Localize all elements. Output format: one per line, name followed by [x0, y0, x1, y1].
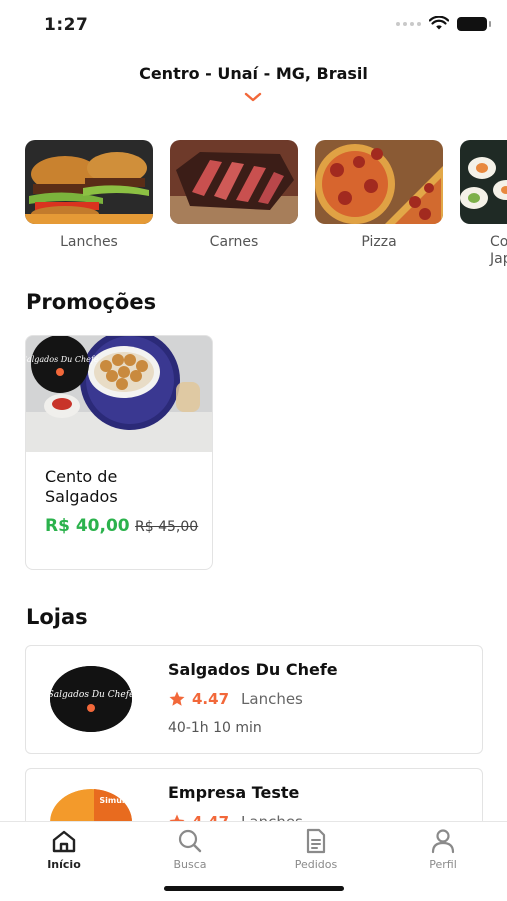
tab-pedidos[interactable]: Pedidos: [276, 828, 356, 871]
promo-image: Salgados Du Chefe: [26, 336, 212, 452]
category-carnes[interactable]: Carnes: [170, 140, 298, 251]
location-selector[interactable]: Centro - Unaí - MG, Brasil: [0, 64, 507, 83]
home-icon: [52, 830, 76, 853]
tab-label: Perfil: [429, 858, 457, 871]
store-rating: 4.47: [192, 690, 230, 708]
store-name: Empresa Teste: [168, 783, 300, 802]
profile-icon: [431, 829, 455, 854]
tab-label: Início: [47, 858, 81, 871]
category-lanches[interactable]: Lanches: [25, 140, 153, 251]
tab-label: Pedidos: [294, 858, 338, 871]
orders-icon: [306, 828, 326, 854]
category-carousel[interactable]: Lanches Carnes Pizza Co Ja: [25, 140, 507, 280]
category-label: Pizza: [361, 234, 397, 250]
status-icons: [396, 16, 491, 31]
tab-perfil[interactable]: Perfil: [403, 828, 483, 871]
star-icon: [169, 691, 185, 706]
category-image-meat: [170, 140, 298, 224]
promo-logo-text: Salgados Du Chefe: [26, 355, 99, 364]
promotions-title: Promoções: [26, 290, 157, 314]
tab-inicio[interactable]: Início: [24, 828, 104, 871]
status-time: 1:27: [44, 15, 89, 35]
promo-price-block: R$ 40,00 R$ 45,00: [45, 516, 205, 538]
stores-title: Lojas: [26, 605, 88, 629]
category-pizza[interactable]: Pizza: [315, 140, 443, 251]
signal-icon: [396, 21, 421, 26]
category-label: Lanches: [60, 234, 118, 250]
category-image-burger: [25, 140, 153, 224]
store-meta: 4.47 Lanches: [168, 690, 303, 708]
home-indicator[interactable]: [164, 886, 344, 891]
store-logo-text: Salgados Du Chefe: [50, 690, 132, 700]
status-bar: 1:27: [0, 0, 507, 50]
promo-old-price: R$ 45,00: [135, 519, 199, 535]
category-image-sushi: [460, 140, 507, 224]
category-label: Carnes: [209, 234, 259, 250]
promo-card[interactable]: Salgados Du Chefe Cento de Salgados R$ 4…: [25, 335, 213, 570]
tab-label: Busca: [173, 858, 207, 871]
store-logo: Salgados Du Chefe: [50, 666, 132, 732]
chevron-down-icon[interactable]: [244, 92, 262, 102]
promo-name: Cento de Salgados: [45, 467, 118, 506]
store-name: Salgados Du Chefe: [168, 660, 338, 679]
wifi-icon: [429, 16, 449, 30]
category-image-pizza: [315, 140, 443, 224]
store-category: Lanches: [241, 690, 303, 708]
category-comida-japonesa[interactable]: Co Jap: [460, 140, 507, 268]
battery-icon: [457, 16, 491, 31]
category-label: Co Jap: [490, 234, 507, 267]
search-icon: [178, 829, 202, 853]
tab-busca[interactable]: Busca: [150, 828, 230, 871]
store-card[interactable]: Salgados Du Chefe Salgados Du Chefe 4.47…: [25, 645, 483, 754]
promo-price: R$ 40,00: [45, 516, 130, 536]
store-delivery-time: 40-1h 10 min: [168, 720, 262, 736]
store-logo-text: Simul: [99, 796, 125, 805]
